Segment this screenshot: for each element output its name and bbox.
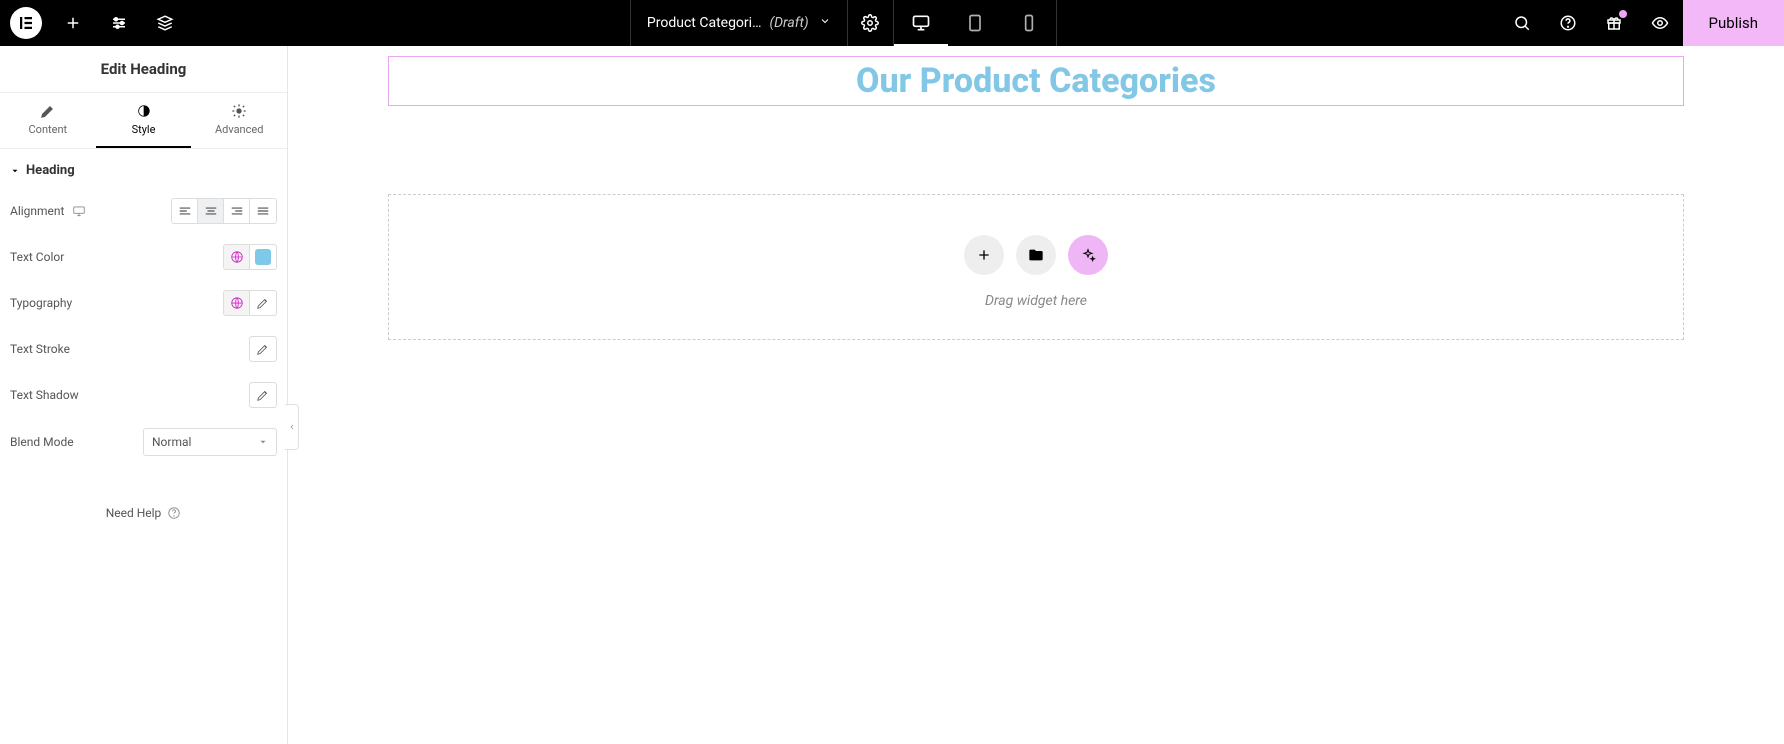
- control-typography: Typography: [10, 280, 277, 326]
- device-desktop-tab[interactable]: [894, 0, 948, 46]
- tab-advanced[interactable]: Advanced: [191, 93, 287, 148]
- text-color-label: Text Color: [10, 250, 64, 264]
- align-right-button[interactable]: [224, 199, 250, 223]
- color-swatch-button[interactable]: [250, 245, 276, 269]
- page-settings-button[interactable]: [848, 0, 894, 46]
- tab-advanced-label: Advanced: [215, 123, 263, 136]
- tab-style[interactable]: Style: [96, 93, 192, 148]
- text-shadow-edit-button[interactable]: [250, 383, 276, 407]
- dropzone-hint: Drag widget here: [389, 293, 1683, 309]
- controls-list: Alignment Center Text Color: [0, 188, 287, 466]
- empty-container-dropzone[interactable]: Drag widget here: [388, 194, 1684, 340]
- document-title-group[interactable]: Product Categori… (Draft): [630, 0, 848, 46]
- color-swatch: [255, 249, 271, 265]
- typography-control[interactable]: [223, 290, 277, 316]
- blend-mode-value: Normal: [152, 435, 191, 449]
- help-icon: [167, 506, 181, 520]
- text-color-control[interactable]: [223, 244, 277, 270]
- panel-tabs: Content Style Advanced: [0, 93, 287, 149]
- topbar-right: Publish: [1499, 0, 1784, 46]
- control-text-color: Text Color: [10, 234, 277, 280]
- document-title: Product Categori…: [647, 15, 762, 31]
- heading-text: Our Product Categories: [389, 61, 1683, 101]
- site-settings-button[interactable]: [96, 0, 142, 46]
- align-center-button[interactable]: [198, 199, 224, 223]
- tab-content[interactable]: Content: [0, 93, 96, 148]
- control-text-shadow: Text Shadow: [10, 372, 277, 418]
- typography-edit-button[interactable]: [250, 291, 276, 315]
- add-widget-button[interactable]: [964, 235, 1004, 275]
- control-alignment: Alignment Center: [10, 188, 277, 234]
- control-blend-mode: Blend Mode Normal: [10, 418, 277, 466]
- responsive-device-tabs: [894, 0, 1057, 46]
- need-help-link[interactable]: Need Help: [0, 466, 287, 560]
- add-element-button[interactable]: [50, 0, 96, 46]
- add-template-button[interactable]: [1016, 235, 1056, 275]
- need-help-label: Need Help: [106, 506, 162, 520]
- elementor-logo[interactable]: [10, 7, 42, 39]
- topbar-center: Product Categori… (Draft): [188, 0, 1499, 46]
- global-color-icon[interactable]: [224, 245, 250, 269]
- topbar-left: [0, 0, 188, 46]
- alignment-label: Alignment: [10, 204, 64, 218]
- tab-content-label: Content: [29, 123, 68, 136]
- section-heading-label: Heading: [26, 163, 75, 178]
- collapse-sidebar-handle[interactable]: [285, 404, 299, 450]
- chevron-down-icon: [819, 15, 831, 31]
- text-shadow-label: Text Shadow: [10, 388, 79, 402]
- publish-label: Publish: [1709, 14, 1758, 32]
- section-heading-toggle[interactable]: Heading: [0, 149, 287, 188]
- tab-style-label: Style: [132, 123, 156, 136]
- blend-mode-select[interactable]: Normal: [143, 428, 277, 456]
- text-stroke-edit-button[interactable]: [250, 337, 276, 361]
- text-shadow-control[interactable]: [249, 382, 277, 408]
- global-typography-icon[interactable]: [224, 291, 250, 315]
- panel-title: Edit Heading: [0, 46, 287, 93]
- chevron-down-icon: [258, 437, 268, 447]
- device-mobile-tab[interactable]: [1002, 0, 1056, 46]
- editor-sidebar: Edit Heading Content Style Advanced Head…: [0, 46, 288, 744]
- typography-label: Typography: [10, 296, 72, 310]
- publish-button[interactable]: Publish: [1683, 0, 1784, 46]
- editor-canvas[interactable]: Our Product Categories Drag widget here: [288, 46, 1784, 744]
- align-left-button[interactable]: [172, 199, 198, 223]
- heading-widget[interactable]: Our Product Categories: [388, 56, 1684, 106]
- notification-dot: [1619, 10, 1627, 18]
- control-text-stroke: Text Stroke: [10, 326, 277, 372]
- help-button[interactable]: [1545, 0, 1591, 46]
- topbar: Product Categori… (Draft): [0, 0, 1784, 46]
- text-stroke-label: Text Stroke: [10, 342, 70, 356]
- align-justify-button[interactable]: [250, 199, 276, 223]
- ai-generate-button[interactable]: [1068, 235, 1108, 275]
- blend-mode-label: Blend Mode: [10, 435, 74, 449]
- whats-new-button[interactable]: [1591, 0, 1637, 46]
- dropzone-buttons: [389, 235, 1683, 275]
- workspace: Edit Heading Content Style Advanced Head…: [0, 46, 1784, 744]
- text-stroke-control[interactable]: [249, 336, 277, 362]
- preview-button[interactable]: [1637, 0, 1683, 46]
- document-status: (Draft): [769, 15, 808, 31]
- alignment-choices: Center: [171, 198, 277, 224]
- structure-button[interactable]: [142, 0, 188, 46]
- device-tablet-tab[interactable]: [948, 0, 1002, 46]
- finder-search-button[interactable]: [1499, 0, 1545, 46]
- desktop-icon: [72, 204, 86, 218]
